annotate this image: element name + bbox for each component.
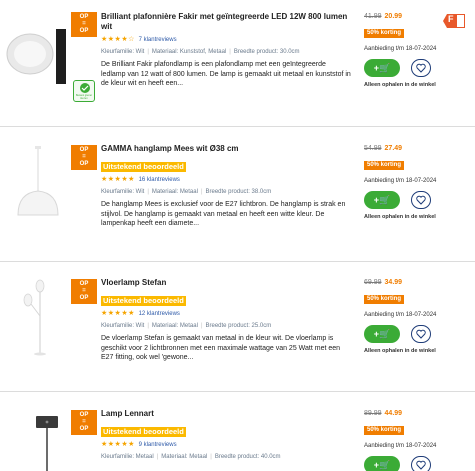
reviews-link[interactable]: 9 klantreviews [139, 442, 177, 448]
product-image[interactable] [4, 14, 66, 94]
product-description: De vloerlamp Stefan is gemaakt van metaa… [101, 335, 341, 361]
badge-line: = [82, 154, 86, 160]
product-description: De Brilliant Fakir plafondlamp is een pl… [101, 61, 351, 87]
spec-width: Breedte product: 30.0cm [233, 49, 300, 55]
badge-line: OP [79, 147, 89, 153]
product-card[interactable]: OP = OP GAMMA hanglamp Mees wit Ø38 cm U… [0, 127, 475, 261]
rating-stars: ★★★★★ [101, 310, 135, 317]
spec-color: Kleurfamilie: Wit [101, 189, 145, 195]
rating-stars: ★★★★★ [101, 176, 135, 183]
op-op-badge: OP = OP [71, 12, 97, 37]
badge-line: OP [79, 14, 89, 20]
wishlist-button[interactable] [411, 325, 431, 343]
rating-tag: Uitstekend beoordeeld [101, 162, 186, 172]
spec-width: Breedte product: 25.0cm [205, 323, 272, 329]
reviews-link[interactable]: 7 klantreviews [139, 37, 177, 43]
badge-line: OP [79, 295, 89, 301]
discount-badge: 50% korting [364, 161, 405, 170]
new-price: 34.99 [384, 279, 403, 286]
badge-line: OP [79, 28, 89, 34]
wishlist-button[interactable] [411, 59, 431, 77]
add-to-cart-button[interactable]: +🛒 [364, 456, 400, 471]
wishlist-button[interactable] [411, 456, 431, 471]
product-title[interactable]: Vloerlamp Stefan [101, 278, 351, 288]
product-description: De hanglamp Mees is exclusief voor de E2… [101, 201, 346, 227]
badge-line: OP [79, 426, 89, 432]
op-op-badge: OP = OP [71, 279, 97, 304]
rating-stars: ★★★★★ [101, 441, 135, 448]
product-image[interactable] [8, 145, 68, 225]
spec-color: Kleurfamilie: Wit [101, 323, 145, 329]
rating-tag: Uitstekend beoordeeld [101, 427, 186, 437]
new-price: 20.99 [384, 13, 403, 20]
rating-tag: Uitstekend beoordeeld [101, 296, 186, 306]
product-title[interactable]: GAMMA hanglamp Mees wit Ø38 cm [101, 144, 351, 154]
product-specs: Kleurfamilie: Wit | Materiaal: Metaal | Bree… [101, 323, 272, 329]
spec-color: Kleurfamilie: Metaal [101, 454, 154, 460]
pickup-note: Alleen ophalen in de winkel [364, 214, 436, 220]
offer-date: Aanbieding t/m 18-07-2024 [364, 46, 437, 52]
spec-material: Materiaal: Kunststof, Metaal [151, 49, 227, 55]
heart-icon [416, 460, 426, 470]
op-op-badge: OP = OP [71, 145, 97, 170]
old-price: 89.99 [364, 410, 382, 417]
product-specs: Kleurfamilie: Metaal | Materiaal: Metaal | B… [101, 454, 281, 460]
eco-label-text: Bewust grener kiezen [75, 94, 93, 100]
product-title[interactable]: Lamp Lennart [101, 409, 351, 419]
energy-label-text: F [448, 14, 454, 24]
spec-material: Materiaal: Metaal [161, 454, 208, 460]
energy-label-icon[interactable]: F [443, 13, 465, 28]
old-price: 41.99 [364, 13, 382, 20]
pickup-note: Alleen ophalen in de winkel [364, 82, 436, 88]
heart-icon [416, 329, 426, 339]
add-to-cart-button[interactable]: +🛒 [364, 325, 400, 343]
spec-color: Kleurfamilie: Wit [101, 49, 145, 55]
product-image[interactable] [18, 276, 68, 356]
heart-icon [416, 195, 426, 205]
badge-line: = [82, 288, 86, 294]
spec-material: Materiaal: Metaal [151, 189, 198, 195]
reviews-link[interactable]: 16 klantreviews [139, 177, 180, 183]
add-to-cart-button[interactable]: +🛒 [364, 59, 400, 77]
badge-line: OP [79, 161, 89, 167]
pickup-note: Alleen ophalen in de winkel [364, 348, 436, 354]
discount-badge: 50% korting [364, 29, 405, 38]
spec-material: Materiaal: Metaal [151, 323, 198, 329]
badge-line: OP [79, 412, 89, 418]
offer-date: Aanbieding t/m 18-07-2024 [364, 178, 437, 184]
op-op-badge: OP = OP [71, 410, 97, 435]
old-price: 54.99 [364, 145, 382, 152]
spec-width: Breedte product: 40.0cm [214, 454, 281, 460]
badge-line: OP [79, 281, 89, 287]
product-specs: Kleurfamilie: Wit | Materiaal: Metaal | Bree… [101, 189, 272, 195]
badge-line: = [82, 419, 86, 425]
product-card[interactable]: OP = OP Lamp Lennart Uitstekend beoordee… [0, 392, 475, 471]
reviews-link[interactable]: 12 klantreviews [139, 311, 180, 317]
discount-badge: 50% korting [364, 295, 405, 304]
product-title[interactable]: Brilliant plafonnière Fakir met geïntegr… [101, 12, 351, 32]
new-price: 44.99 [384, 410, 403, 417]
product-specs: Kleurfamilie: Wit | Materiaal: Kunststof, … [101, 49, 300, 55]
badge-line: = [82, 21, 86, 27]
offer-date: Aanbieding t/m 18-07-2024 [364, 312, 437, 318]
rating-stars: ★★★★☆ [101, 36, 135, 43]
eco-label-icon: Bewust grener kiezen [73, 80, 95, 102]
spec-width: Breedte product: 38.0cm [205, 189, 272, 195]
new-price: 27.49 [384, 145, 403, 152]
heart-icon [416, 63, 426, 73]
old-price: 69.99 [364, 279, 382, 286]
product-card[interactable]: OP = OP Vloerlamp Stefan Uitstekend beoo… [0, 262, 475, 390]
product-card[interactable]: Bewust grener kiezen OP = OP Brilliant p… [0, 0, 475, 125]
product-image[interactable] [28, 414, 68, 471]
add-to-cart-button[interactable]: +🛒 [364, 191, 400, 209]
discount-badge: 50% korting [364, 426, 405, 435]
offer-date: Aanbieding t/m 18-07-2024 [364, 443, 437, 449]
wishlist-button[interactable] [411, 191, 431, 209]
